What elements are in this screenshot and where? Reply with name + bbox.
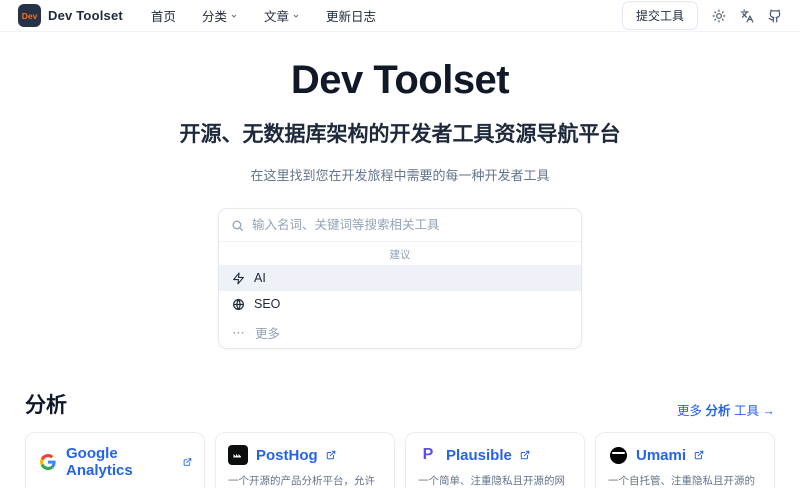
analytics-section-header: 分析 更多 分析 工具 → — [0, 389, 800, 419]
hero-subtitle: 开源、无数据库架构的开发者工具资源导航平台 — [179, 123, 621, 146]
nav-home-label: 首页 — [150, 10, 176, 24]
external-link-icon — [183, 458, 192, 466]
tool-card-plausible: P Plausible 一个简单、注重隐私且开源的网络分析工具，旨在跟踪基本网站… — [405, 432, 585, 488]
hero-tagline: 在这里找到您在开发旅程中需要的每一种开发者工具 — [250, 168, 550, 183]
nav-categories-label: 分类 — [201, 10, 227, 24]
navbar-actions: 提交工具 — [621, 1, 782, 30]
section-title: 分析 — [25, 394, 67, 417]
more-link-prefix: 更多 — [677, 404, 706, 418]
google-analytics-logo-icon — [38, 452, 58, 472]
umami-logo-icon — [608, 445, 628, 465]
submit-tool-button[interactable]: 提交工具 — [621, 1, 698, 30]
more-link-suffix: 工具 → — [730, 404, 775, 418]
main-nav: 首页 分类 文章 更新日志 — [151, 6, 376, 25]
nav-home[interactable]: 首页 — [151, 6, 176, 25]
suggestion-item-seo[interactable]: SEO — [219, 291, 581, 317]
chevron-down-icon — [231, 14, 237, 18]
github-button[interactable] — [768, 9, 782, 23]
search-input[interactable] — [252, 218, 569, 232]
search-row — [219, 209, 581, 242]
globe-icon — [233, 298, 244, 310]
tool-title: Google Analytics — [66, 445, 133, 479]
external-link-icon — [326, 450, 335, 460]
search-icon — [232, 220, 244, 231]
brand-logo-icon: Dev — [18, 4, 41, 27]
language-toggle-button[interactable] — [740, 9, 754, 23]
chevron-down-icon — [293, 14, 299, 18]
hero: Dev Toolset 开源、无数据库架构的开发者工具资源导航平台 在这里找到您… — [0, 58, 800, 184]
tool-description: 一个自托管、注重隐私且开源的网络分析解决方案，提供关于您网站性能的详细洞察。 — [608, 475, 755, 487]
nav-categories[interactable]: 分类 — [202, 6, 238, 25]
card-title-row[interactable]: Umami — [608, 445, 762, 465]
brand-logo-text: Dev — [21, 10, 38, 21]
plausible-logo-icon: P — [422, 446, 434, 463]
tool-description: 一个开源的产品分析平台，允许您跟踪和分析网站和应用程序中的用户行为。 — [228, 475, 375, 487]
posthog-logo-icon — [228, 445, 248, 465]
card-title-row[interactable]: PostHog — [228, 445, 382, 465]
theme-toggle-button[interactable] — [712, 9, 726, 23]
suggestion-label: 更多 — [255, 327, 281, 341]
tool-card-grid: Google Analytics 谷歌提供的强大的网络分析服务，可跟踪和报告网站… — [0, 432, 800, 488]
external-link-icon — [520, 450, 530, 460]
navbar: Dev Dev Toolset 首页 分类 文章 更新日志 提交工具 — [0, 0, 800, 32]
more-link-category: 分析 — [705, 404, 731, 418]
suggestion-item-more[interactable]: ⋯ 更多 — [219, 317, 581, 348]
brand-name: Dev Toolset — [48, 8, 123, 23]
tool-card-google-analytics: Google Analytics 谷歌提供的强大的网络分析服务，可跟踪和报告网站… — [25, 432, 205, 488]
nav-changelog-label: 更新日志 — [325, 10, 376, 24]
tool-card-umami: Umami 一个自托管、注重隐私且开源的网络分析解决方案，提供关于您网站性能的详… — [595, 432, 775, 488]
tool-card-posthog: PostHog 一个开源的产品分析平台，允许您跟踪和分析网站和应用程序中的用户行… — [215, 432, 395, 488]
page-title: Dev Toolset — [290, 58, 510, 102]
card-title-row[interactable]: Google Analytics — [38, 445, 192, 479]
card-title-row[interactable]: P Plausible — [418, 445, 572, 465]
zap-icon — [233, 272, 244, 284]
suggestion-label: SEO — [254, 297, 281, 311]
tool-title: Umami — [636, 446, 687, 464]
ellipsis-icon: ⋯ — [232, 324, 246, 340]
tool-title: Plausible — [446, 446, 512, 464]
suggestion-item-ai[interactable]: AI — [219, 265, 581, 291]
nav-articles-label: 文章 — [263, 10, 289, 24]
sun-icon — [712, 9, 726, 22]
tool-description: 一个简单、注重隐私且开源的网络分析工具，旨在跟踪基本网站指标，同时不侵犯用户隐私… — [418, 475, 565, 487]
external-link-icon — [694, 450, 704, 460]
github-icon — [768, 9, 781, 22]
more-analytics-link[interactable]: 更多 分析 工具 → — [677, 400, 775, 419]
languages-icon — [740, 9, 754, 22]
search-panel: 建议 AI SEO ⋯ 更多 — [218, 208, 582, 349]
suggestion-label: AI — [254, 271, 266, 285]
nav-changelog[interactable]: 更新日志 — [326, 6, 376, 25]
suggestions-label: 建议 — [389, 249, 411, 261]
brand[interactable]: Dev Dev Toolset — [18, 4, 123, 27]
nav-articles[interactable]: 文章 — [264, 6, 300, 25]
tool-title: PostHog — [256, 446, 318, 464]
